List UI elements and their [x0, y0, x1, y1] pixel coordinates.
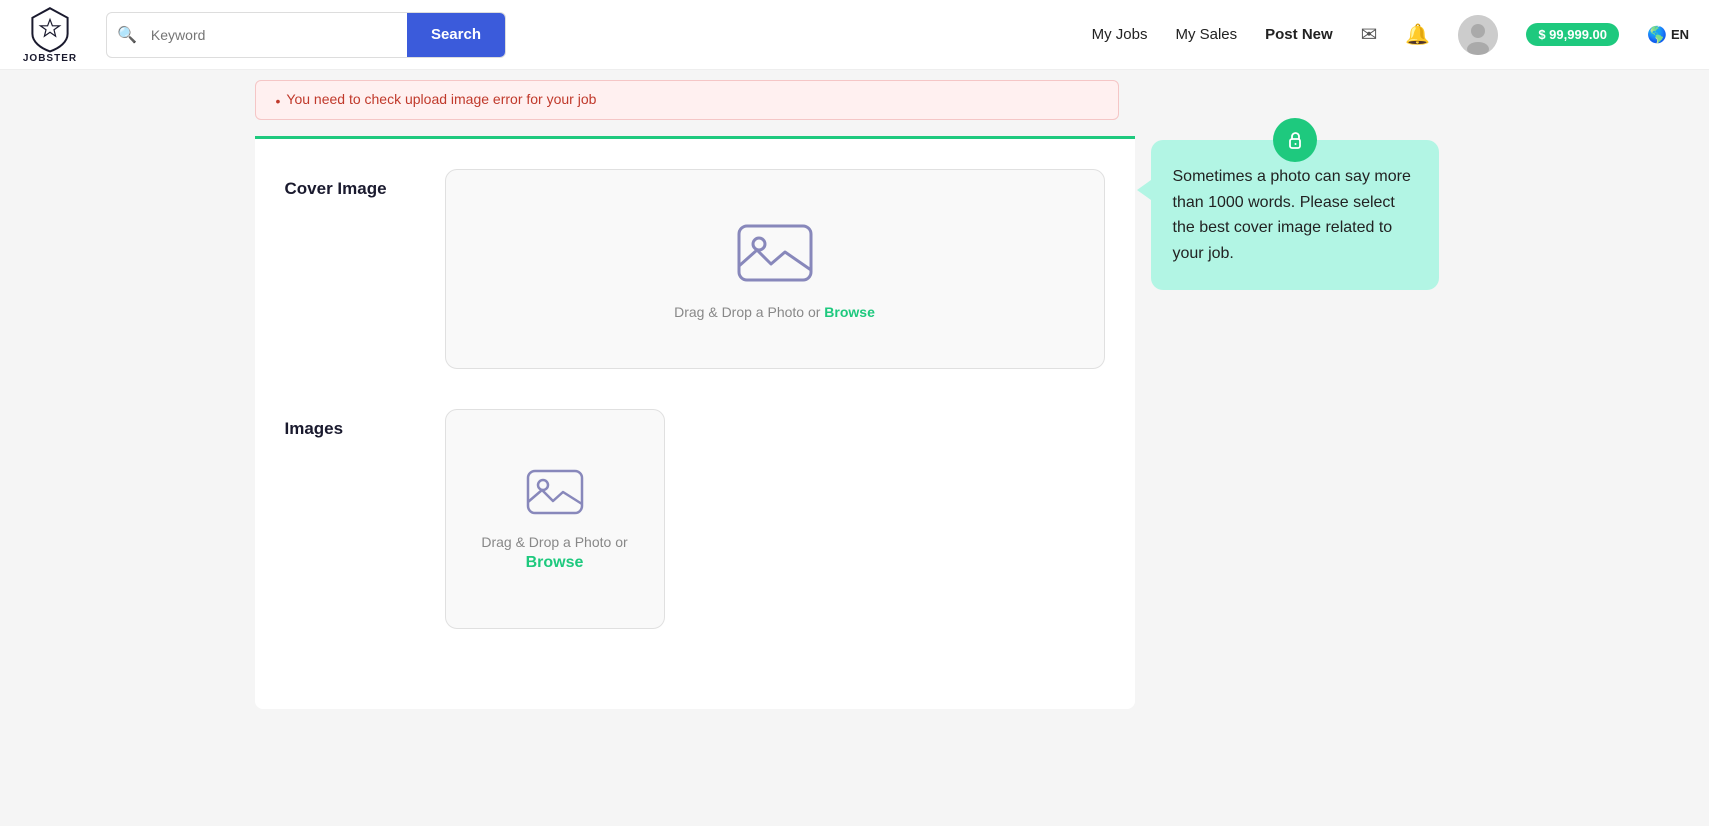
- tooltip-tail: [1137, 180, 1151, 200]
- messages-icon[interactable]: ✉: [1361, 22, 1378, 47]
- search-bar: 🔍 Search: [106, 12, 506, 58]
- cover-image-dropzone[interactable]: Drag & Drop a Photo or Browse: [445, 169, 1105, 369]
- error-item: • You need to check upload image error f…: [276, 91, 1098, 109]
- cover-image-placeholder-icon: [735, 218, 815, 288]
- logo[interactable]: JOBSTER: [20, 5, 80, 64]
- notifications-icon[interactable]: 🔔: [1405, 22, 1430, 47]
- images-dropzone[interactable]: Drag & Drop a Photo or Browse: [445, 409, 665, 629]
- cover-image-row: Cover Image Drag & Drop a Photo or Brows…: [285, 169, 1105, 369]
- globe-icon: 🌎: [1647, 25, 1667, 45]
- error-banner: • You need to check upload image error f…: [255, 80, 1119, 120]
- images-label: Images: [285, 409, 415, 439]
- tooltip-box: Sometimes a photo can say more than 1000…: [1151, 140, 1439, 290]
- content-area: • You need to check upload image error f…: [255, 70, 1135, 709]
- search-input[interactable]: [147, 17, 407, 53]
- my-sales-link[interactable]: My Sales: [1175, 26, 1237, 43]
- tooltip-text: Sometimes a photo can say more than 1000…: [1173, 164, 1417, 266]
- search-icon: 🔍: [107, 25, 147, 45]
- main-layout: • You need to check upload image error f…: [255, 70, 1455, 709]
- tooltip-icon: [1273, 118, 1317, 162]
- images-row: Images Drag & Drop a Photo or Browse: [285, 409, 1105, 629]
- form-section: Cover Image Drag & Drop a Photo or Brows…: [255, 136, 1135, 709]
- balance-badge: $ 99,999.00: [1526, 23, 1619, 46]
- avatar[interactable]: [1458, 15, 1498, 55]
- images-placeholder-icon: [525, 466, 585, 518]
- lang-badge: 🌎 EN: [1647, 25, 1689, 45]
- search-button[interactable]: Search: [407, 13, 505, 57]
- nav: My Jobs My Sales Post New ✉ 🔔 $ 99,999.0…: [1092, 15, 1689, 55]
- post-new-link[interactable]: Post New: [1265, 26, 1333, 43]
- images-browse-link[interactable]: Browse: [526, 554, 584, 572]
- images-dropzone-text: Drag & Drop a Photo or: [481, 534, 627, 550]
- sidebar: Sometimes a photo can say more than 1000…: [1135, 70, 1455, 709]
- header: JOBSTER 🔍 Search My Jobs My Sales Post N…: [0, 0, 1709, 70]
- cover-image-label: Cover Image: [285, 169, 415, 199]
- cover-dropzone-text: Drag & Drop a Photo or Browse: [674, 304, 875, 320]
- my-jobs-link[interactable]: My Jobs: [1092, 26, 1148, 43]
- logo-label: JOBSTER: [23, 53, 77, 64]
- error-dot: •: [276, 93, 281, 109]
- error-message: You need to check upload image error for…: [286, 91, 596, 107]
- cover-browse-link[interactable]: Browse: [824, 304, 875, 320]
